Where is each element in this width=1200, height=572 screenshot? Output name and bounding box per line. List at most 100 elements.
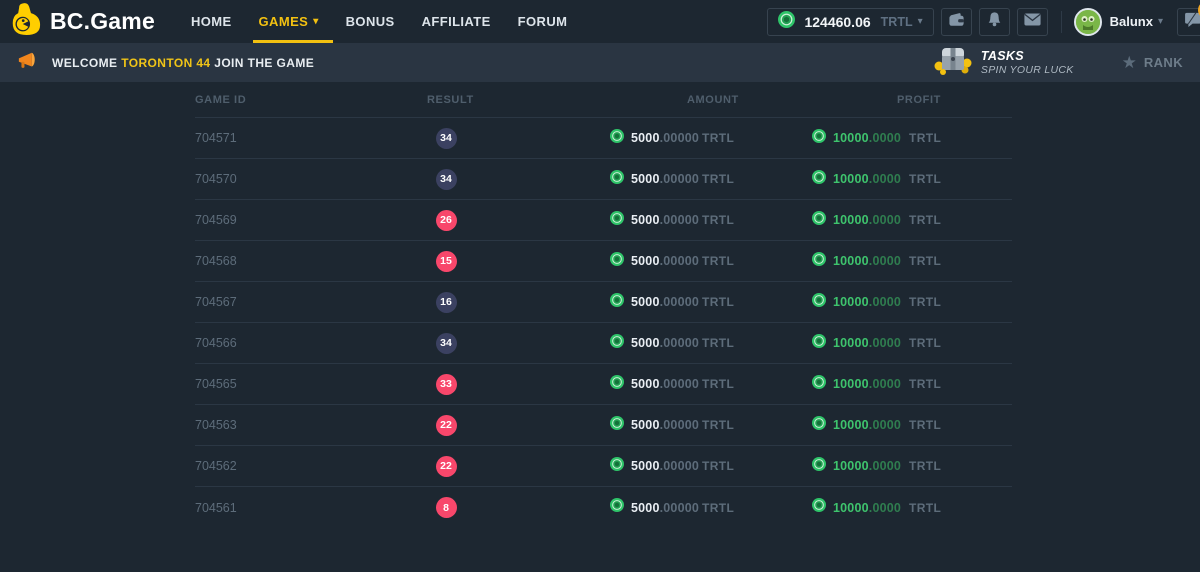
amount-decimals: .00000 [660, 459, 699, 473]
trtl-coin-icon [610, 293, 624, 312]
profit-currency: TRTL [909, 418, 941, 432]
announcement-banner: WELCOME TORONTON 44 JOIN THE GAME TASKS … [0, 43, 1200, 82]
result-cell: 33 [425, 364, 467, 404]
profit-value: 10000 [833, 501, 869, 515]
trtl-coin-icon [812, 334, 826, 353]
nav-item-home[interactable]: HOME [191, 0, 232, 43]
amount-cell: 5000.00000 [610, 446, 699, 486]
amount-currency: TRTL [702, 501, 734, 515]
brand-logo[interactable]: BC.Game [10, 3, 155, 41]
header-result: RESULT [427, 94, 474, 106]
amount-decimals: .00000 [660, 131, 699, 145]
amount-decimals: .00000 [660, 213, 699, 227]
amount-decimals: .00000 [660, 336, 699, 350]
amount-currency: TRTL [702, 254, 734, 268]
amount-currency: TRTL [702, 459, 734, 473]
result-badge: 16 [436, 292, 457, 313]
profit-cell: 10000.0000 [812, 446, 901, 486]
table-row: 704571 34 5000.00000 TRTL [195, 118, 1012, 159]
profit-decimals: .0000 [869, 172, 901, 186]
trtl-coin-icon [812, 416, 826, 435]
amount-currency: TRTL [702, 213, 734, 227]
wallet-icon [948, 12, 965, 32]
profit-currency: TRTL [909, 131, 941, 145]
game-id-cell: 704567 [195, 295, 237, 309]
navbar-right: 124460.06 TRTL ▾ [767, 8, 1200, 36]
tasks-title: TASKS [981, 49, 1074, 63]
amount-decimals: .00000 [660, 377, 699, 391]
result-cell: 26 [425, 200, 467, 240]
wallet-button[interactable] [941, 8, 972, 36]
profit-cell: 10000.0000 [812, 241, 901, 281]
header-profit: PROFIT [897, 94, 941, 106]
rank-label: RANK [1144, 55, 1183, 70]
table-row: 704566 34 5000.00000 TRTL [195, 323, 1012, 364]
trtl-coin-icon [812, 170, 826, 189]
profit-currency: TRTL [909, 377, 941, 391]
result-cell: 34 [425, 159, 467, 199]
result-badge: 22 [436, 456, 457, 477]
rank-widget[interactable]: ★ RANK [1122, 54, 1183, 71]
username: Balunx [1110, 14, 1153, 29]
trtl-coin-icon [610, 170, 624, 189]
welcome-username: TORONTON 44 [121, 56, 210, 70]
profit-decimals: .0000 [869, 501, 901, 515]
nav-item-affiliate[interactable]: AFFILIATE [422, 0, 491, 43]
amount-currency: TRTL [702, 172, 734, 186]
result-badge: 26 [436, 210, 457, 231]
profit-cell: 10000.0000 [812, 487, 901, 528]
bcgame-logo-icon [10, 3, 41, 41]
trtl-coin-icon [610, 498, 624, 517]
profit-currency: TRTL [909, 254, 941, 268]
profit-decimals: .0000 [869, 213, 901, 227]
nav-item-forum[interactable]: FORUM [518, 0, 568, 43]
nav-item-bonus[interactable]: BONUS [346, 0, 395, 43]
profit-currency: TRTL [909, 172, 941, 186]
header-amount: AMOUNT [687, 94, 739, 106]
game-id-cell: 704569 [195, 213, 237, 227]
avatar [1074, 8, 1102, 36]
profit-currency: TRTL [909, 459, 941, 473]
chat-button[interactable]: 10 [1177, 8, 1200, 36]
amount-cell: 5000.00000 [610, 241, 699, 281]
main-menu: HOME GAMES▾ BONUS AFFILIATE FORUM [191, 0, 594, 43]
game-id-cell: 704570 [195, 172, 237, 186]
result-badge: 34 [436, 169, 457, 190]
amount-value: 5000 [631, 418, 660, 432]
divider [1061, 11, 1062, 33]
amount-currency: TRTL [702, 418, 734, 432]
profit-value: 10000 [833, 377, 869, 391]
amount-cell: 5000.00000 [610, 323, 699, 363]
tasks-widget[interactable]: TASKS SPIN YOUR LUCK [981, 49, 1074, 75]
messages-button[interactable] [1017, 8, 1048, 36]
amount-cell: 5000.00000 [610, 200, 699, 240]
profit-decimals: .0000 [869, 377, 901, 391]
trtl-coin-icon [610, 211, 624, 230]
chevron-down-icon: ▾ [1158, 16, 1163, 27]
result-cell: 15 [425, 241, 467, 281]
amount-currency: TRTL [702, 131, 734, 145]
bet-history-table: GAME ID RESULT AMOUNT PROFIT 704571 34 5… [195, 82, 1012, 528]
result-badge: 8 [436, 497, 457, 518]
balance-selector[interactable]: 124460.06 TRTL ▾ [767, 8, 933, 36]
nav-item-games[interactable]: GAMES▾ [259, 0, 319, 43]
amount-decimals: .00000 [660, 501, 699, 515]
notifications-button[interactable] [979, 8, 1010, 36]
trtl-coin-icon [610, 457, 624, 476]
profit-decimals: .0000 [869, 131, 901, 145]
profit-value: 10000 [833, 131, 869, 145]
amount-value: 5000 [631, 131, 660, 145]
table-row: 704565 33 5000.00000 TRTL [195, 364, 1012, 405]
amount-value: 5000 [631, 336, 660, 350]
result-cell: 34 [425, 118, 467, 158]
trtl-coin-icon [610, 129, 624, 148]
amount-value: 5000 [631, 459, 660, 473]
result-cell: 8 [425, 487, 467, 528]
profit-currency: TRTL [909, 501, 941, 515]
user-menu[interactable]: Balunx ▾ [1074, 8, 1163, 36]
profit-value: 10000 [833, 172, 869, 186]
amount-value: 5000 [631, 213, 660, 227]
profit-decimals: .0000 [869, 336, 901, 350]
game-id-cell: 704568 [195, 254, 237, 268]
amount-currency: TRTL [702, 336, 734, 350]
